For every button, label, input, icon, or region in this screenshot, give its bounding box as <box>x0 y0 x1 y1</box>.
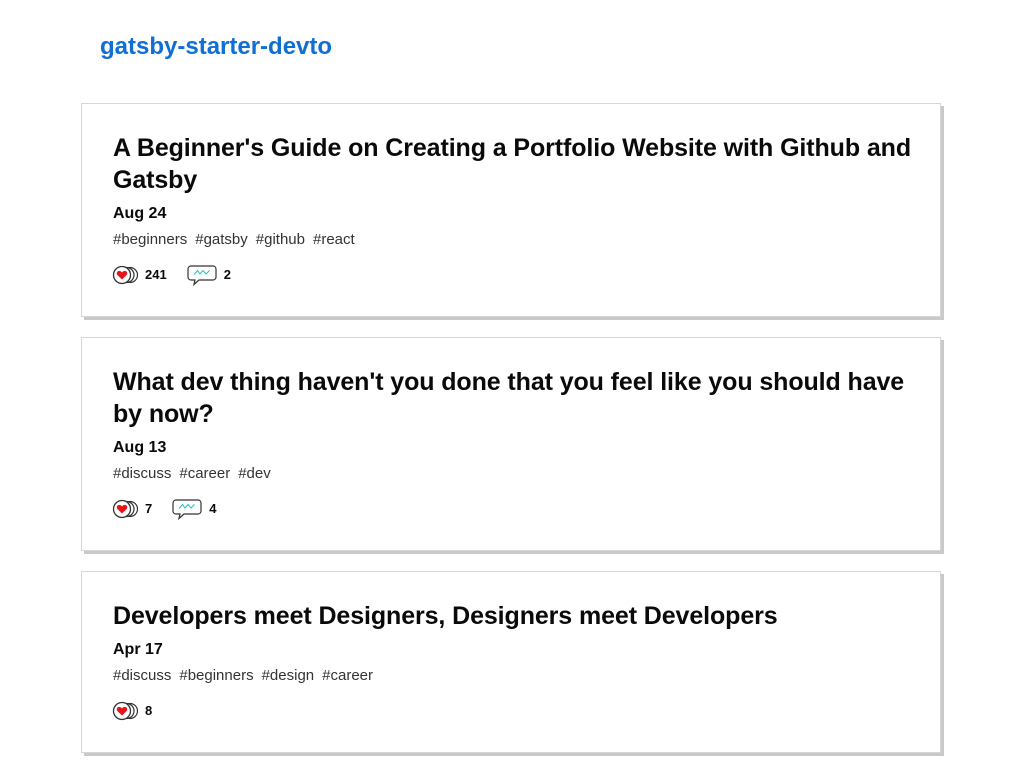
reactions-count: 7 <box>145 501 153 516</box>
comments-button[interactable]: 2 <box>187 264 231 286</box>
article-title[interactable]: Developers meet Designers, Designers mee… <box>113 600 913 632</box>
comments-count: 2 <box>223 267 231 282</box>
article-card[interactable]: What dev thing haven't you done that you… <box>81 337 941 551</box>
tag-link[interactable]: #github <box>256 230 305 250</box>
tag-link[interactable]: #beginners <box>113 230 187 250</box>
tag-link[interactable]: #react <box>313 230 355 250</box>
article-title[interactable]: A Beginner's Guide on Creating a Portfol… <box>113 132 913 196</box>
tag-link[interactable]: #discuss <box>113 464 171 484</box>
article-stats: 7 4 <box>112 498 236 520</box>
tag-link[interactable]: #design <box>262 666 315 686</box>
article-date: Aug 13 <box>113 439 167 456</box>
article-card[interactable]: Developers meet Designers, Designers mee… <box>81 571 941 753</box>
heart-reactions-icon <box>112 701 138 721</box>
tag-link[interactable]: #dev <box>238 464 271 484</box>
comment-bubble-icon <box>172 498 202 520</box>
site-title-link[interactable]: gatsby-starter-devto <box>100 32 332 62</box>
tag-link[interactable]: #career <box>322 666 373 686</box>
article-card[interactable]: A Beginner's Guide on Creating a Portfol… <box>81 103 941 317</box>
comment-bubble-icon <box>187 264 217 286</box>
tag-link[interactable]: #beginners <box>179 666 253 686</box>
tag-link[interactable]: #discuss <box>113 666 171 686</box>
article-date: Apr 17 <box>113 641 163 658</box>
reactions-button[interactable]: 7 <box>112 498 152 520</box>
reactions-count: 241 <box>145 267 167 282</box>
tag-list: #discuss #beginners #design #career <box>113 666 373 686</box>
reactions-button[interactable]: 241 <box>112 264 167 286</box>
comments-count: 4 <box>209 501 217 516</box>
reactions-button[interactable]: 8 <box>112 700 152 722</box>
article-stats: 241 2 <box>112 264 251 286</box>
heart-reactions-icon <box>112 265 138 285</box>
comments-button[interactable]: 4 <box>172 498 216 520</box>
tag-list: #beginners #gatsby #github #react <box>113 230 355 250</box>
article-title[interactable]: What dev thing haven't you done that you… <box>113 366 913 430</box>
reactions-count: 8 <box>145 703 153 718</box>
tag-link[interactable]: #gatsby <box>195 230 248 250</box>
heart-reactions-icon <box>112 499 138 519</box>
article-stats: 8 <box>112 700 172 722</box>
article-date: Aug 24 <box>113 205 167 222</box>
tag-list: #discuss #career #dev <box>113 464 271 484</box>
tag-link[interactable]: #career <box>179 464 230 484</box>
